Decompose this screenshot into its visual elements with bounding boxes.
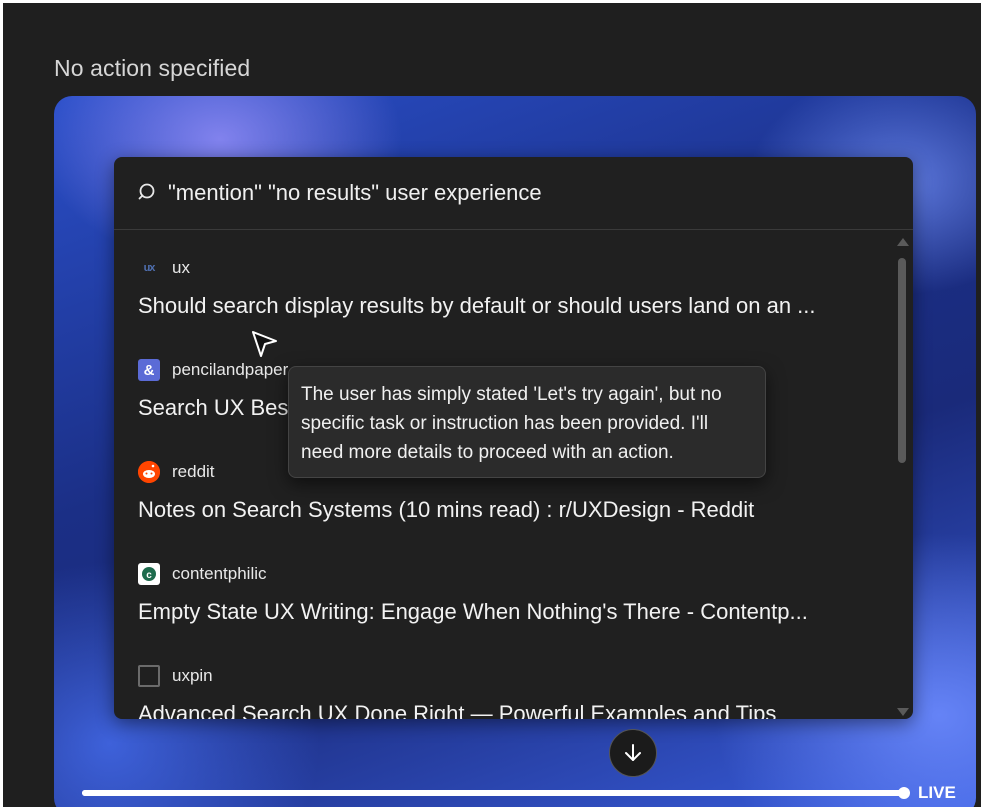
svg-text:c: c bbox=[146, 570, 152, 581]
live-label[interactable]: LIVE bbox=[918, 783, 956, 803]
result-title[interactable]: Notes on Search Systems (10 mins read) :… bbox=[138, 497, 873, 523]
ampersand-icon: & bbox=[138, 359, 160, 381]
arrow-down-icon bbox=[622, 742, 644, 764]
result-source: contentphilic bbox=[172, 564, 267, 583]
reddit-icon bbox=[138, 461, 160, 483]
search-bar[interactable]: "mention" "no results" user experience bbox=[114, 157, 913, 230]
search-query-text: "mention" "no results" user experience bbox=[168, 180, 542, 205]
progress-fill bbox=[82, 790, 906, 796]
page-title: No action specified bbox=[54, 55, 251, 81]
search-icon bbox=[138, 182, 160, 204]
progress-knob[interactable] bbox=[898, 787, 910, 799]
result-source: reddit bbox=[172, 462, 215, 481]
scroll-down-arrow-icon[interactable] bbox=[897, 708, 909, 716]
result-item[interactable]: uxpin Advanced Search UX Done Right — Po… bbox=[138, 664, 873, 719]
result-source: pencilandpaper bbox=[172, 360, 289, 379]
playback-progress-bar[interactable] bbox=[82, 787, 910, 799]
uxpin-icon bbox=[138, 665, 160, 687]
app-frame: No action specified "mention" "no result… bbox=[3, 3, 981, 807]
result-item[interactable]: c contentphilic Empty State UX Writing: … bbox=[138, 562, 873, 625]
scrollbar[interactable] bbox=[895, 238, 909, 716]
result-title[interactable]: Should search display results by default… bbox=[138, 293, 873, 319]
contentphilic-icon: c bbox=[138, 563, 160, 585]
result-source: ux bbox=[172, 258, 190, 277]
scroll-thumb[interactable] bbox=[898, 258, 906, 463]
scroll-to-bottom-button[interactable] bbox=[609, 729, 657, 777]
result-title[interactable]: Advanced Search UX Done Right — Powerful… bbox=[138, 701, 873, 719]
result-title[interactable]: Empty State UX Writing: Engage When Noth… bbox=[138, 599, 873, 625]
result-source: uxpin bbox=[172, 666, 213, 685]
result-item[interactable]: ux ux Should search display results by d… bbox=[138, 256, 873, 319]
scroll-up-arrow-icon[interactable] bbox=[897, 238, 909, 246]
reasoning-tooltip: The user has simply stated 'Let's try ag… bbox=[288, 366, 766, 478]
mouse-cursor-icon bbox=[250, 329, 280, 361]
ux-logo-icon: ux bbox=[143, 262, 156, 274]
